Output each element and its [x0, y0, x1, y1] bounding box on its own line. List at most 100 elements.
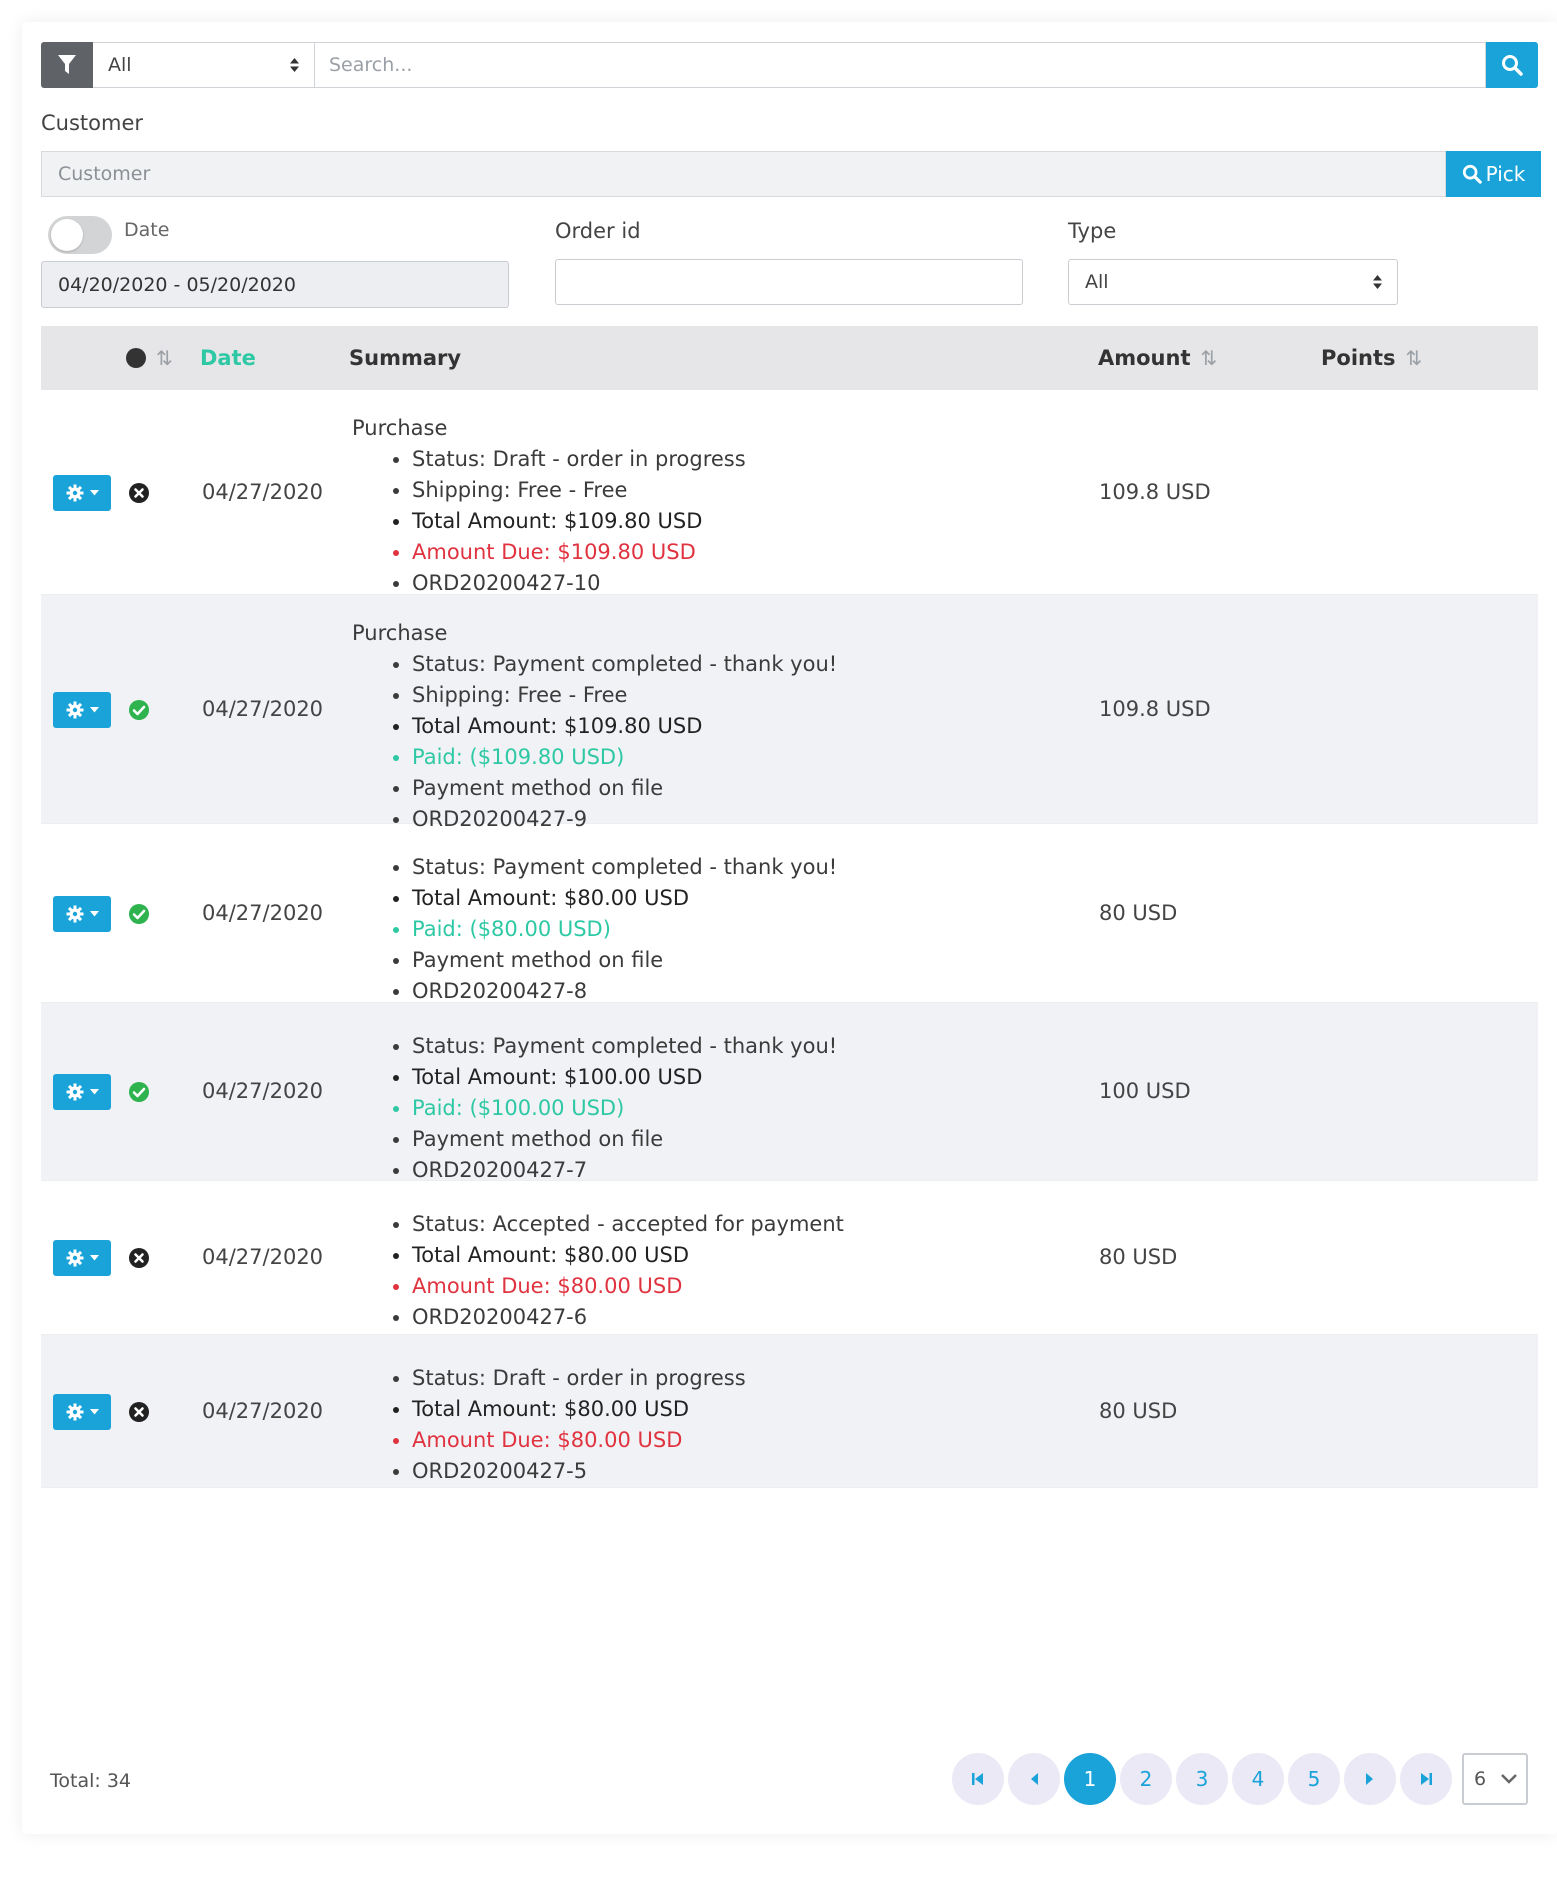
row-date: 04/27/2020 — [202, 1398, 324, 1423]
last-page-icon — [1421, 1773, 1432, 1785]
amount-column-header[interactable]: Amount ⇅ — [1098, 326, 1218, 390]
page-button-3[interactable]: 3 — [1176, 1753, 1228, 1805]
filter-button[interactable] — [41, 42, 93, 88]
last-page-button[interactable] — [1400, 1753, 1452, 1805]
customer-field[interactable]: Customer — [41, 151, 1446, 197]
summary-item: Paid: ($109.80 USD) — [412, 742, 837, 773]
summary-item: Shipping: Free - Free — [412, 475, 746, 506]
check-circle-icon — [128, 699, 150, 721]
page-button-4[interactable]: 4 — [1232, 1753, 1284, 1805]
summary-item: Paid: ($80.00 USD) — [412, 914, 837, 945]
gear-icon — [66, 701, 83, 718]
x-circle-icon — [128, 1401, 150, 1423]
date-column-header[interactable]: Date — [200, 326, 256, 390]
summary-item: Status: Draft - order in progress — [412, 444, 746, 475]
search-icon — [1462, 164, 1482, 184]
pick-customer-button[interactable]: Pick — [1446, 151, 1541, 197]
first-page-button[interactable] — [952, 1753, 1004, 1805]
type-value: All — [1085, 271, 1109, 293]
page-button-5[interactable]: 5 — [1288, 1753, 1340, 1805]
filter-type-select[interactable]: All — [93, 42, 315, 88]
table-row: 04/27/2020 Status: Payment completed - th… — [41, 824, 1538, 1003]
caret-down-icon — [89, 1255, 99, 1261]
caret-down-icon — [89, 706, 99, 712]
row-date: 04/27/2020 — [202, 900, 324, 925]
filter-type-value: All — [108, 54, 132, 76]
row-actions-button[interactable] — [53, 895, 111, 932]
row-summary: Purchase Status: Payment completed - than… — [352, 621, 837, 835]
table-row: 04/27/2020 Status: Accepted - accepted fo… — [41, 1181, 1538, 1335]
row-summary: Status: Payment completed - thank you!To… — [352, 852, 837, 1007]
row-actions-button[interactable] — [53, 1240, 111, 1276]
summary-list: Status: Payment completed - thank you!To… — [352, 852, 837, 1007]
search-placeholder: Search... — [329, 54, 413, 76]
page-size-value: 6 — [1474, 1768, 1487, 1790]
check-circle-icon — [128, 903, 150, 925]
summary-item: Total Amount: $100.00 USD — [412, 1062, 837, 1093]
row-amount: 109.8 USD — [1099, 479, 1211, 504]
row-actions-button[interactable] — [53, 474, 111, 511]
summary-item: ORD20200427-5 — [412, 1456, 746, 1487]
prev-page-button[interactable] — [1008, 1753, 1060, 1805]
x-circle-icon — [128, 482, 150, 504]
page-button-2[interactable]: 2 — [1120, 1753, 1172, 1805]
row-date: 04/27/2020 — [202, 1245, 324, 1269]
status-column-header[interactable]: ⇅ — [126, 326, 173, 390]
search-input[interactable]: Search... — [314, 42, 1486, 88]
row-date: 04/27/2020 — [202, 1079, 324, 1103]
page-button-1[interactable]: 1 — [1064, 1753, 1116, 1805]
row-summary: Status: Accepted - accepted for paymentT… — [352, 1209, 844, 1333]
summary-item: Status: Payment completed - thank you! — [412, 649, 837, 680]
summary-item: Total Amount: $109.80 USD — [412, 506, 746, 537]
row-amount: 109.8 USD — [1099, 696, 1211, 721]
page-size-select[interactable]: 6 — [1462, 1753, 1528, 1805]
row-amount: 80 USD — [1099, 1398, 1178, 1423]
row-actions-button[interactable] — [53, 691, 111, 728]
date-range-value: 04/20/2020 - 05/20/2020 — [58, 273, 296, 296]
sort-icon: ⇅ — [156, 346, 173, 370]
summary-column-header: Summary — [349, 346, 462, 370]
table-body: 04/27/2020 Purchase Status: Draft - order … — [41, 390, 1538, 1488]
status-dot-icon — [126, 348, 146, 368]
summary-item: Total Amount: $80.00 USD — [412, 1240, 844, 1271]
order-id-input[interactable] — [555, 259, 1023, 305]
row-summary: Purchase Status: Draft - order in progres… — [352, 416, 746, 599]
type-select[interactable]: All — [1068, 259, 1398, 305]
row-amount: 80 USD — [1099, 900, 1178, 925]
type-label: Type — [1068, 219, 1117, 243]
customer-placeholder: Customer — [58, 163, 151, 185]
search-icon — [1502, 55, 1523, 76]
summary-kind: Purchase — [352, 416, 448, 440]
date-range-field[interactable]: 04/20/2020 - 05/20/2020 — [41, 261, 509, 308]
select-arrows-icon — [290, 58, 299, 72]
date-filter-toggle[interactable] — [48, 216, 112, 254]
points-column-header[interactable]: Points ⇅ — [1321, 326, 1422, 390]
summary-item: Payment method on file — [412, 773, 837, 804]
summary-item: Total Amount: $80.00 USD — [412, 883, 837, 914]
amount-header-label: Amount — [1098, 346, 1191, 370]
search-button[interactable] — [1486, 42, 1538, 88]
summary-list: Status: Draft - order in progressTotal A… — [352, 1363, 746, 1487]
table-row: 04/27/2020 Status: Draft - order in progr… — [41, 1335, 1538, 1488]
gear-icon — [66, 1083, 83, 1101]
summary-item: Amount Due: $109.80 USD — [412, 537, 746, 568]
points-header-label: Points — [1321, 346, 1396, 370]
sort-icon: ⇅ — [1200, 346, 1218, 370]
summary-item: Status: Draft - order in progress — [412, 1363, 746, 1394]
row-actions-button[interactable] — [53, 1074, 111, 1110]
summary-item: Status: Accepted - accepted for payment — [412, 1209, 844, 1240]
summary-item: Status: Payment completed - thank you! — [412, 852, 837, 883]
summary-item: Total Amount: $109.80 USD — [412, 711, 837, 742]
select-arrows-icon — [1373, 275, 1382, 289]
table-row: 04/27/2020 Purchase Status: Payment comple… — [41, 595, 1538, 831]
toggle-knob — [51, 219, 83, 251]
next-page-button[interactable] — [1344, 1753, 1396, 1805]
caret-down-icon — [89, 1089, 99, 1095]
filter-icon — [58, 55, 76, 74]
summary-list: Status: Accepted - accepted for paymentT… — [352, 1209, 844, 1333]
check-circle-icon — [128, 1081, 150, 1103]
gear-icon — [66, 484, 83, 501]
row-summary: Status: Draft - order in progressTotal A… — [352, 1363, 746, 1487]
row-actions-button[interactable] — [53, 1393, 111, 1430]
gear-icon — [66, 1249, 83, 1267]
